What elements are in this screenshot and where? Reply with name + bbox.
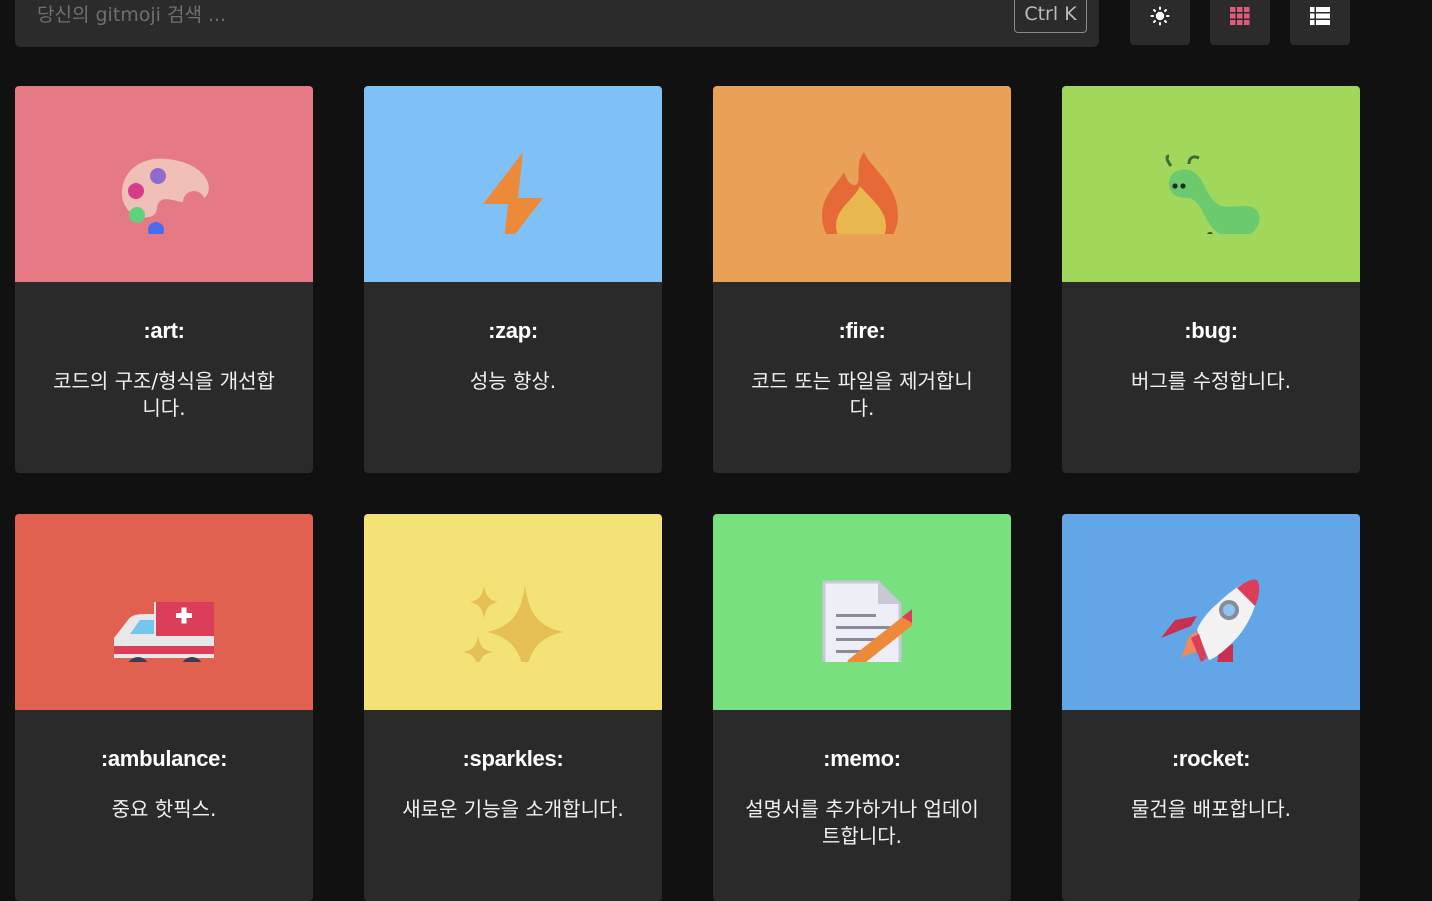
gitmoji-code: :zap: <box>488 318 538 343</box>
list-view-button[interactable] <box>1290 0 1350 45</box>
gitmoji-card-memo[interactable]: :memo: 설명서를 추가하거나 업데이트합니다. <box>713 514 1011 901</box>
gitmoji-code: :art: <box>143 318 185 343</box>
gitmoji-code: :rocket: <box>1171 746 1251 771</box>
gitmoji-card-rocket[interactable]: :rocket: 물건을 배포합니다. <box>1062 514 1360 901</box>
gitmoji-description: 코드의 구조/형식을 개선합니다. <box>53 369 275 420</box>
gitmoji-card-sparkles[interactable]: :sparkles: 새로운 기능을 소개합니다. <box>364 514 662 901</box>
search-shortcut-hint: Ctrl K <box>1014 0 1087 33</box>
theme-toggle-button[interactable] <box>1130 0 1190 45</box>
gitmoji-description: 버그를 수정합니다. <box>1131 369 1291 393</box>
gitmoji-description: 새로운 기능을 소개합니다. <box>402 797 624 821</box>
gitmoji-code: :bug: <box>1184 318 1238 343</box>
emoji-panel <box>1062 514 1360 710</box>
emoji-panel <box>713 514 1011 710</box>
gitmoji-description: 물건을 배포합니다. <box>1131 797 1291 821</box>
emoji-panel <box>364 86 662 282</box>
gitmoji-card-ambulance[interactable]: :ambulance: 중요 핫픽스. <box>15 514 313 901</box>
emoji-panel <box>1062 86 1360 282</box>
emoji-panel <box>713 86 1011 282</box>
gitmoji-code: :sparkles: <box>462 746 564 771</box>
gitmoji-description: 중요 핫픽스. <box>111 797 217 821</box>
grid-view-button[interactable] <box>1210 0 1270 45</box>
rocket-icon <box>1161 579 1260 662</box>
memo-icon <box>822 580 912 662</box>
gitmoji-description: 코드 또는 파일을 제거합니다. <box>751 369 973 420</box>
gitmoji-code: :memo: <box>823 746 901 771</box>
lightning-icon <box>483 152 543 234</box>
emoji-panel <box>364 514 662 710</box>
grid-icon <box>1230 7 1250 25</box>
gitmoji-description: 성능 향상. <box>469 369 557 393</box>
sparkles-icon <box>463 586 563 662</box>
ambulance-icon <box>114 602 214 662</box>
emoji-panel <box>15 514 313 710</box>
search-input[interactable] <box>37 0 937 30</box>
search-bar: Ctrl K <box>15 0 1099 47</box>
gitmoji-card-zap[interactable]: :zap: 성능 향상. <box>364 86 662 473</box>
sun-icon <box>1150 6 1170 26</box>
gitmoji-code: :ambulance: <box>100 746 228 771</box>
list-icon <box>1310 7 1330 25</box>
gitmoji-code: :fire: <box>838 318 886 343</box>
bug-icon <box>1165 154 1260 234</box>
gitmoji-card-art[interactable]: :art: 코드의 구조/형식을 개선합니다. <box>15 86 313 473</box>
emoji-panel <box>15 86 313 282</box>
gitmoji-card-bug[interactable]: :bug: 버그를 수정합니다. <box>1062 86 1360 473</box>
palette-icon <box>121 158 209 234</box>
fire-icon <box>822 152 898 234</box>
gitmoji-description: 설명서를 추가하거나 업데이트합니다. <box>745 797 979 848</box>
gitmoji-card-fire[interactable]: :fire: 코드 또는 파일을 제거합니다. <box>713 86 1011 473</box>
